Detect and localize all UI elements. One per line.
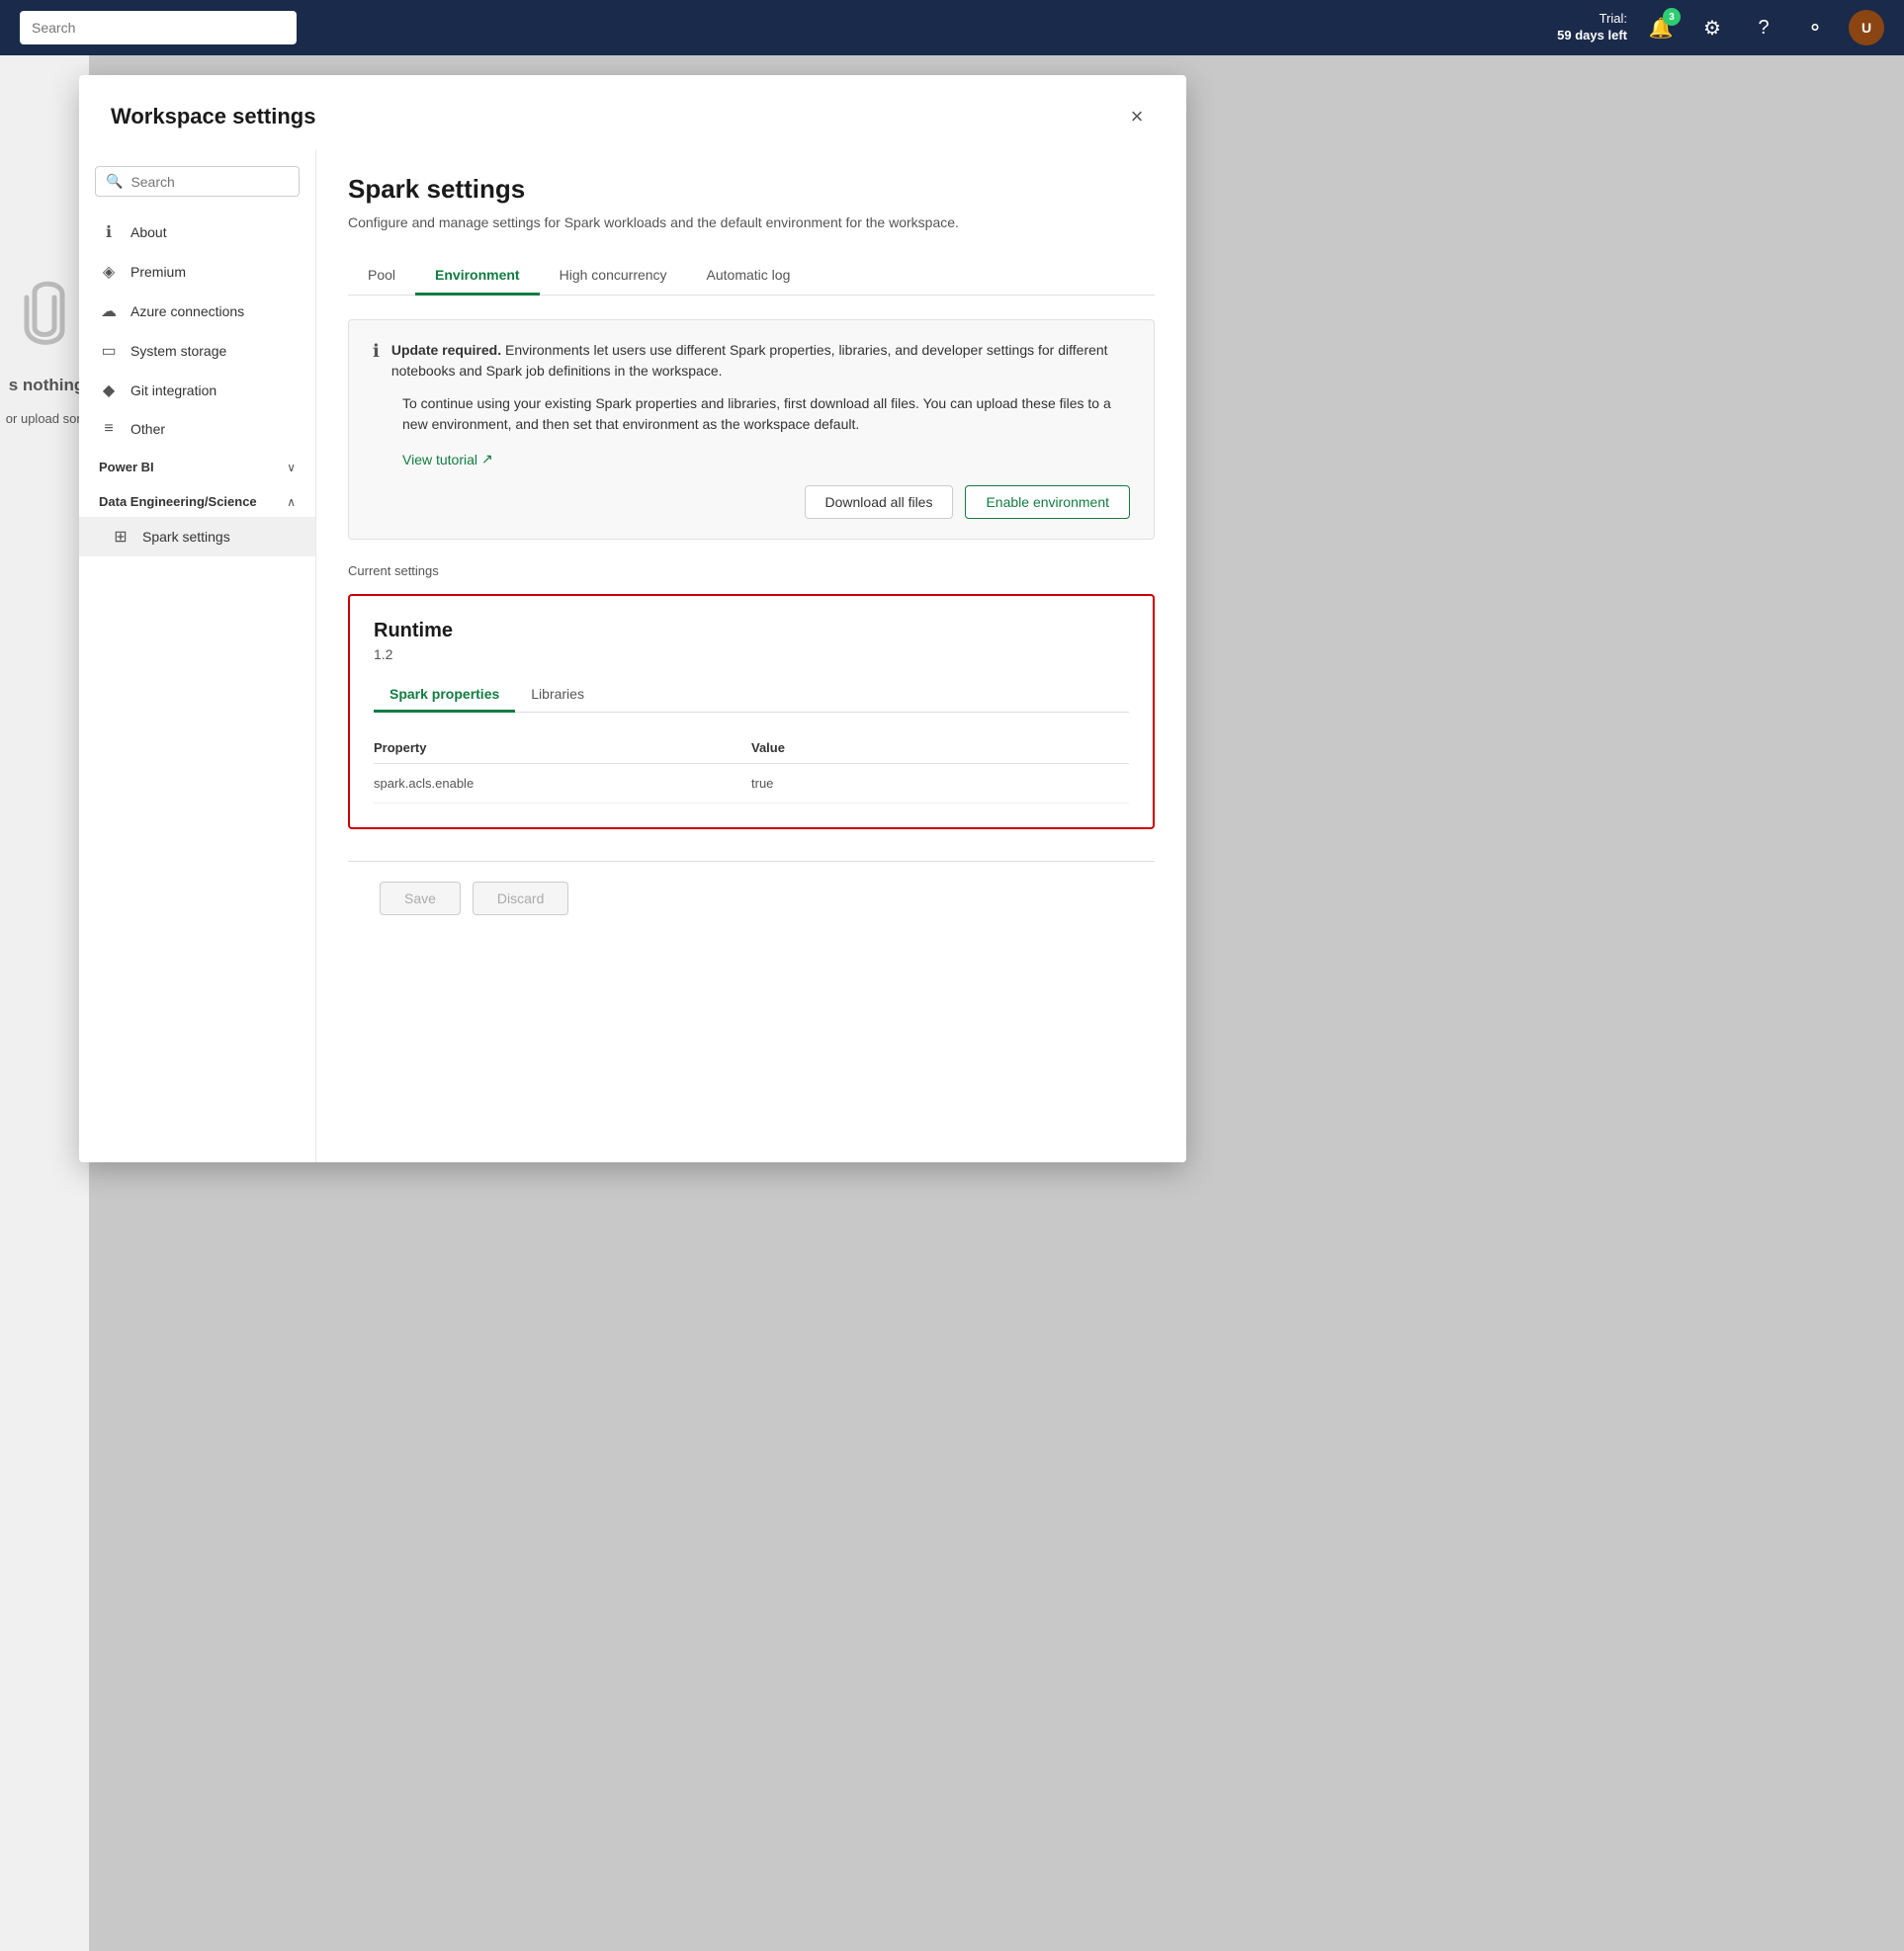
inner-tab-spark-properties[interactable]: Spark properties [374, 678, 515, 713]
alert-body-text: To continue using your existing Spark pr… [373, 393, 1130, 435]
storage-icon: ▭ [99, 341, 119, 361]
sidebar-label-azure: Azure connections [130, 303, 244, 319]
main-content: Spark settings Configure and manage sett… [316, 150, 1186, 1162]
sidebar-search-box[interactable]: 🔍 [95, 166, 300, 197]
modal-body: 🔍 ℹ About ◈ Premium ☁ Azure connections … [79, 150, 1186, 1162]
nav-left [20, 11, 297, 44]
alert-icon: ℹ [373, 341, 380, 362]
sidebar-item-other[interactable]: ≡ Other [79, 410, 315, 448]
share-button[interactable]: ⚬ [1797, 10, 1833, 45]
sidebar-label-git: Git integration [130, 382, 216, 398]
property-cell: spark.acls.enable [374, 763, 751, 803]
nothing-text: s nothing [5, 376, 84, 395]
sidebar-label-other: Other [130, 421, 165, 437]
upload-text: or upload som [2, 411, 87, 426]
view-tutorial-link[interactable]: View tutorial ↗ [373, 451, 493, 467]
col-header-value: Value [751, 732, 1129, 764]
settings-sidebar: 🔍 ℹ About ◈ Premium ☁ Azure connections … [79, 150, 316, 1162]
table-row: spark.acls.enable true [374, 763, 1129, 803]
update-required-alert: ℹ Update required. Environments let user… [348, 319, 1155, 540]
notifications-button[interactable]: 🔔 3 [1643, 10, 1679, 45]
workspace-settings-modal: Workspace settings × 🔍 ℹ About ◈ Premium [79, 75, 1186, 1162]
top-navigation: Trial: 59 days left 🔔 3 ⚙ ? ⚬ U [0, 0, 1904, 55]
section-powerbi[interactable]: Power BI ∨ [79, 448, 315, 482]
current-settings-label: Current settings [348, 563, 1155, 578]
alert-strong-text: Update required. [391, 342, 501, 358]
runtime-version: 1.2 [374, 646, 1129, 662]
discard-button[interactable]: Discard [473, 882, 568, 915]
modal-title: Workspace settings [111, 104, 315, 129]
tab-high-concurrency[interactable]: High concurrency [540, 257, 687, 296]
info-icon: ℹ [99, 222, 119, 242]
runtime-inner-tabs: Spark properties Libraries [374, 678, 1129, 713]
page-description: Configure and manage settings for Spark … [348, 212, 981, 233]
page-title: Spark settings [348, 174, 1155, 205]
settings-icon-button[interactable]: ⚙ [1694, 10, 1730, 45]
notification-badge: 3 [1663, 8, 1681, 26]
paperclip-icon [10, 273, 79, 352]
trial-label: Trial: [1557, 11, 1627, 28]
sidebar-item-about[interactable]: ℹ About [79, 212, 315, 252]
sidebar-label-premium: Premium [130, 264, 186, 280]
list-icon: ≡ [99, 420, 119, 438]
data-eng-section-label: Data Engineering/Science [99, 494, 257, 509]
powerbi-section-label: Power BI [99, 460, 154, 474]
col-header-property: Property [374, 732, 751, 764]
runtime-title: Runtime [374, 620, 1129, 642]
current-settings-box: Runtime 1.2 Spark properties Libraries P… [348, 594, 1155, 829]
sidebar-label-spark-settings: Spark settings [142, 529, 230, 545]
sidebar-item-azure[interactable]: ☁ Azure connections [79, 292, 315, 331]
sidebar-item-spark-settings[interactable]: ⊞ Spark settings [79, 517, 315, 556]
global-search-input[interactable] [20, 11, 297, 44]
sidebar-search-input[interactable] [130, 174, 289, 190]
inner-tab-libraries[interactable]: Libraries [515, 678, 600, 713]
section-data-engineering[interactable]: Data Engineering/Science ∧ [79, 482, 315, 517]
canvas-area: s nothing or upload som Workspace settin… [0, 55, 1904, 1951]
sidebar-item-git[interactable]: ◆ Git integration [79, 371, 315, 410]
help-button[interactable]: ? [1746, 10, 1781, 45]
avatar[interactable]: U [1849, 10, 1884, 45]
left-partial-panel: s nothing or upload som [0, 55, 89, 1951]
sidebar-item-storage[interactable]: ▭ System storage [79, 331, 315, 371]
alert-actions: Download all files Enable environment [373, 485, 1130, 519]
spark-properties-table: Property Value spark.acls.enable true [374, 732, 1129, 804]
alert-header: ℹ Update required. Environments let user… [373, 340, 1130, 382]
save-button[interactable]: Save [380, 882, 461, 915]
cloud-icon: ☁ [99, 301, 119, 321]
tab-pool[interactable]: Pool [348, 257, 415, 296]
git-icon: ◆ [99, 381, 119, 400]
nav-right: Trial: 59 days left 🔔 3 ⚙ ? ⚬ U [1557, 10, 1884, 45]
sliders-icon: ⊞ [111, 527, 130, 547]
close-modal-button[interactable]: × [1119, 99, 1155, 134]
external-link-icon: ↗ [481, 451, 493, 467]
sidebar-label-about: About [130, 224, 167, 240]
view-tutorial-text: View tutorial [402, 452, 477, 467]
enable-environment-button[interactable]: Enable environment [965, 485, 1130, 519]
value-cell: true [751, 763, 1129, 803]
modal-footer: Save Discard [348, 861, 1155, 935]
tab-environment[interactable]: Environment [415, 257, 540, 296]
powerbi-chevron-icon: ∨ [287, 461, 296, 474]
diamond-icon: ◈ [99, 262, 119, 282]
modal-header: Workspace settings × [79, 75, 1186, 150]
download-all-files-button[interactable]: Download all files [805, 485, 954, 519]
tab-automatic-log[interactable]: Automatic log [687, 257, 811, 296]
search-icon: 🔍 [106, 173, 123, 190]
sidebar-label-storage: System storage [130, 343, 226, 359]
sidebar-item-premium[interactable]: ◈ Premium [79, 252, 315, 292]
data-eng-chevron-icon: ∧ [287, 495, 296, 509]
days-left: 59 days left [1557, 28, 1627, 42]
trial-info: Trial: 59 days left [1557, 11, 1627, 44]
alert-text: Update required. Environments let users … [391, 340, 1130, 382]
main-tabs: Pool Environment High concurrency Automa… [348, 257, 1155, 296]
